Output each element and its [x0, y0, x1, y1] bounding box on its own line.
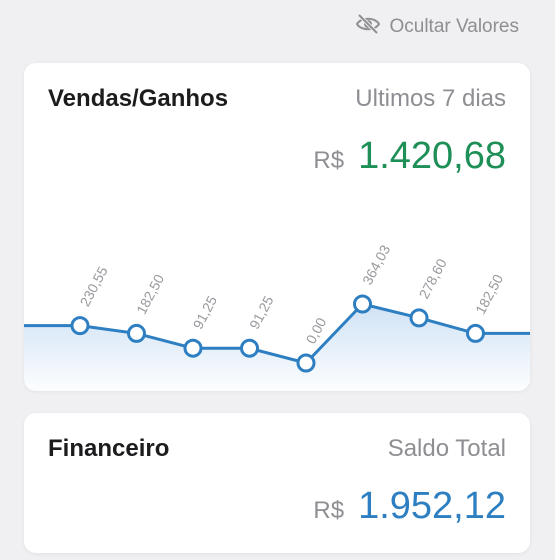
chart-area-fill	[24, 304, 530, 391]
finance-card[interactable]: Financeiro Saldo Total R$ 1.952,12	[24, 413, 530, 553]
finance-total-value: 1.952,12	[358, 485, 506, 527]
chart-data-label-8: 182,50	[472, 271, 506, 317]
sales-card[interactable]: 230,55 182,50 91,25 91,25 0,00 364,03 278,60 18…	[24, 63, 530, 391]
sales-card-title: Vendas/Ganhos	[48, 85, 229, 112]
chart-data-label-1: 230,55	[77, 264, 111, 310]
hide-values-toggle[interactable]: Ocultar Valores	[355, 12, 519, 42]
finance-total: R$ 1.952,12	[313, 485, 506, 528]
finance-currency: R$	[313, 497, 345, 524]
chart-point-5	[296, 353, 316, 373]
chart-data-label-4: 91,25	[246, 293, 277, 332]
chart-point-7	[409, 308, 429, 328]
chart-data-label-3: 91,25	[190, 293, 221, 332]
sales-currency: R$	[313, 147, 345, 174]
finance-subtitle: Saldo Total	[387, 435, 506, 462]
chart-data-label-2: 182,50	[133, 271, 167, 317]
sales-period-label: Ultimos 7 dias	[355, 85, 506, 112]
sales-total-value: 1.420,68	[358, 135, 506, 177]
chart-point-3	[183, 338, 203, 358]
chart-point-2	[127, 323, 146, 343]
chart-point-6	[353, 294, 372, 314]
chart-point-8	[466, 323, 485, 343]
chart-data-label-6: 364,03	[359, 242, 393, 288]
hide-values-label: Ocultar Valores	[389, 16, 519, 37]
chart-point-1	[70, 316, 90, 336]
chart-data-label-7: 278,60	[416, 256, 450, 302]
sales-total: R$ 1.420,68	[313, 135, 506, 178]
finance-card-title: Financeiro	[48, 435, 170, 462]
eye-slash-icon	[355, 12, 381, 42]
chart-point-4	[240, 338, 259, 358]
